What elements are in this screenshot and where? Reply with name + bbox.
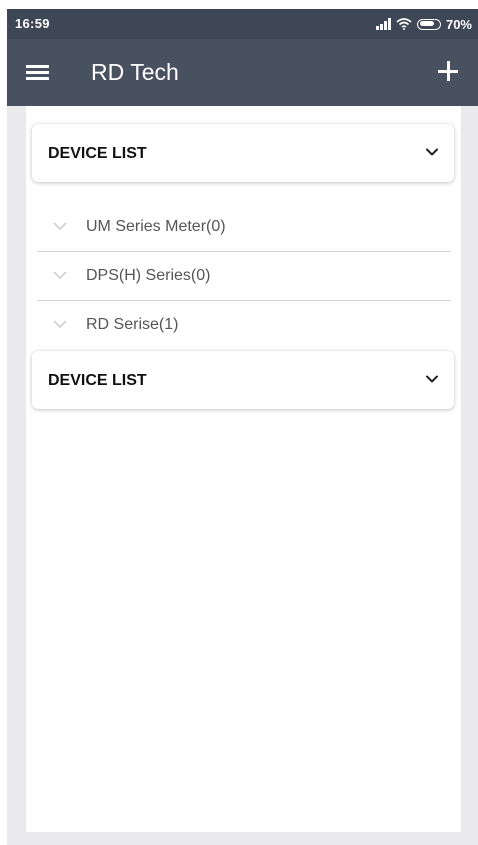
hamburger-menu-icon[interactable] [26, 65, 49, 80]
device-group-label: DPS(H) Series(0) [86, 267, 211, 284]
device-list-header[interactable]: DEVICE LIST [32, 124, 454, 182]
plus-icon[interactable] [438, 61, 458, 81]
device-list-header[interactable]: DEVICE LIST [32, 351, 454, 409]
chevron-down-icon [53, 222, 67, 230]
device-group-label: RD Serise(1) [86, 316, 179, 333]
device-group-label: UM Series Meter(0) [86, 218, 226, 235]
status-time: 16:59 [15, 16, 50, 31]
app-title: RD Tech [91, 59, 179, 85]
device-group-item[interactable]: DPS(H) Series(0) [37, 253, 450, 301]
chevron-down-icon [53, 271, 67, 279]
status-indicators: 70% [376, 15, 472, 33]
status-bar: 16:59 70% [7, 9, 478, 39]
wifi-icon [396, 18, 412, 30]
chevron-down-icon [426, 148, 438, 156]
device-panel: DEVICE LIST UM Series Meter(0) DPS(H) Se… [26, 106, 461, 832]
app-bar: RD Tech [7, 39, 478, 106]
device-group-item[interactable]: UM Series Meter(0) [37, 204, 450, 252]
chevron-down-icon [426, 375, 438, 383]
battery-icon [416, 18, 441, 30]
chevron-down-icon [53, 320, 67, 328]
device-list-title: DEVICE LIST [48, 145, 147, 162]
battery-percent: 70% [445, 16, 472, 32]
signal-icon [376, 18, 391, 30]
app-screen: 16:59 70% RD Tech DEVICE LIST UM Series … [7, 9, 478, 845]
device-group-item[interactable]: RD Serise(1) [37, 302, 450, 350]
device-list-title: DEVICE LIST [48, 372, 147, 389]
